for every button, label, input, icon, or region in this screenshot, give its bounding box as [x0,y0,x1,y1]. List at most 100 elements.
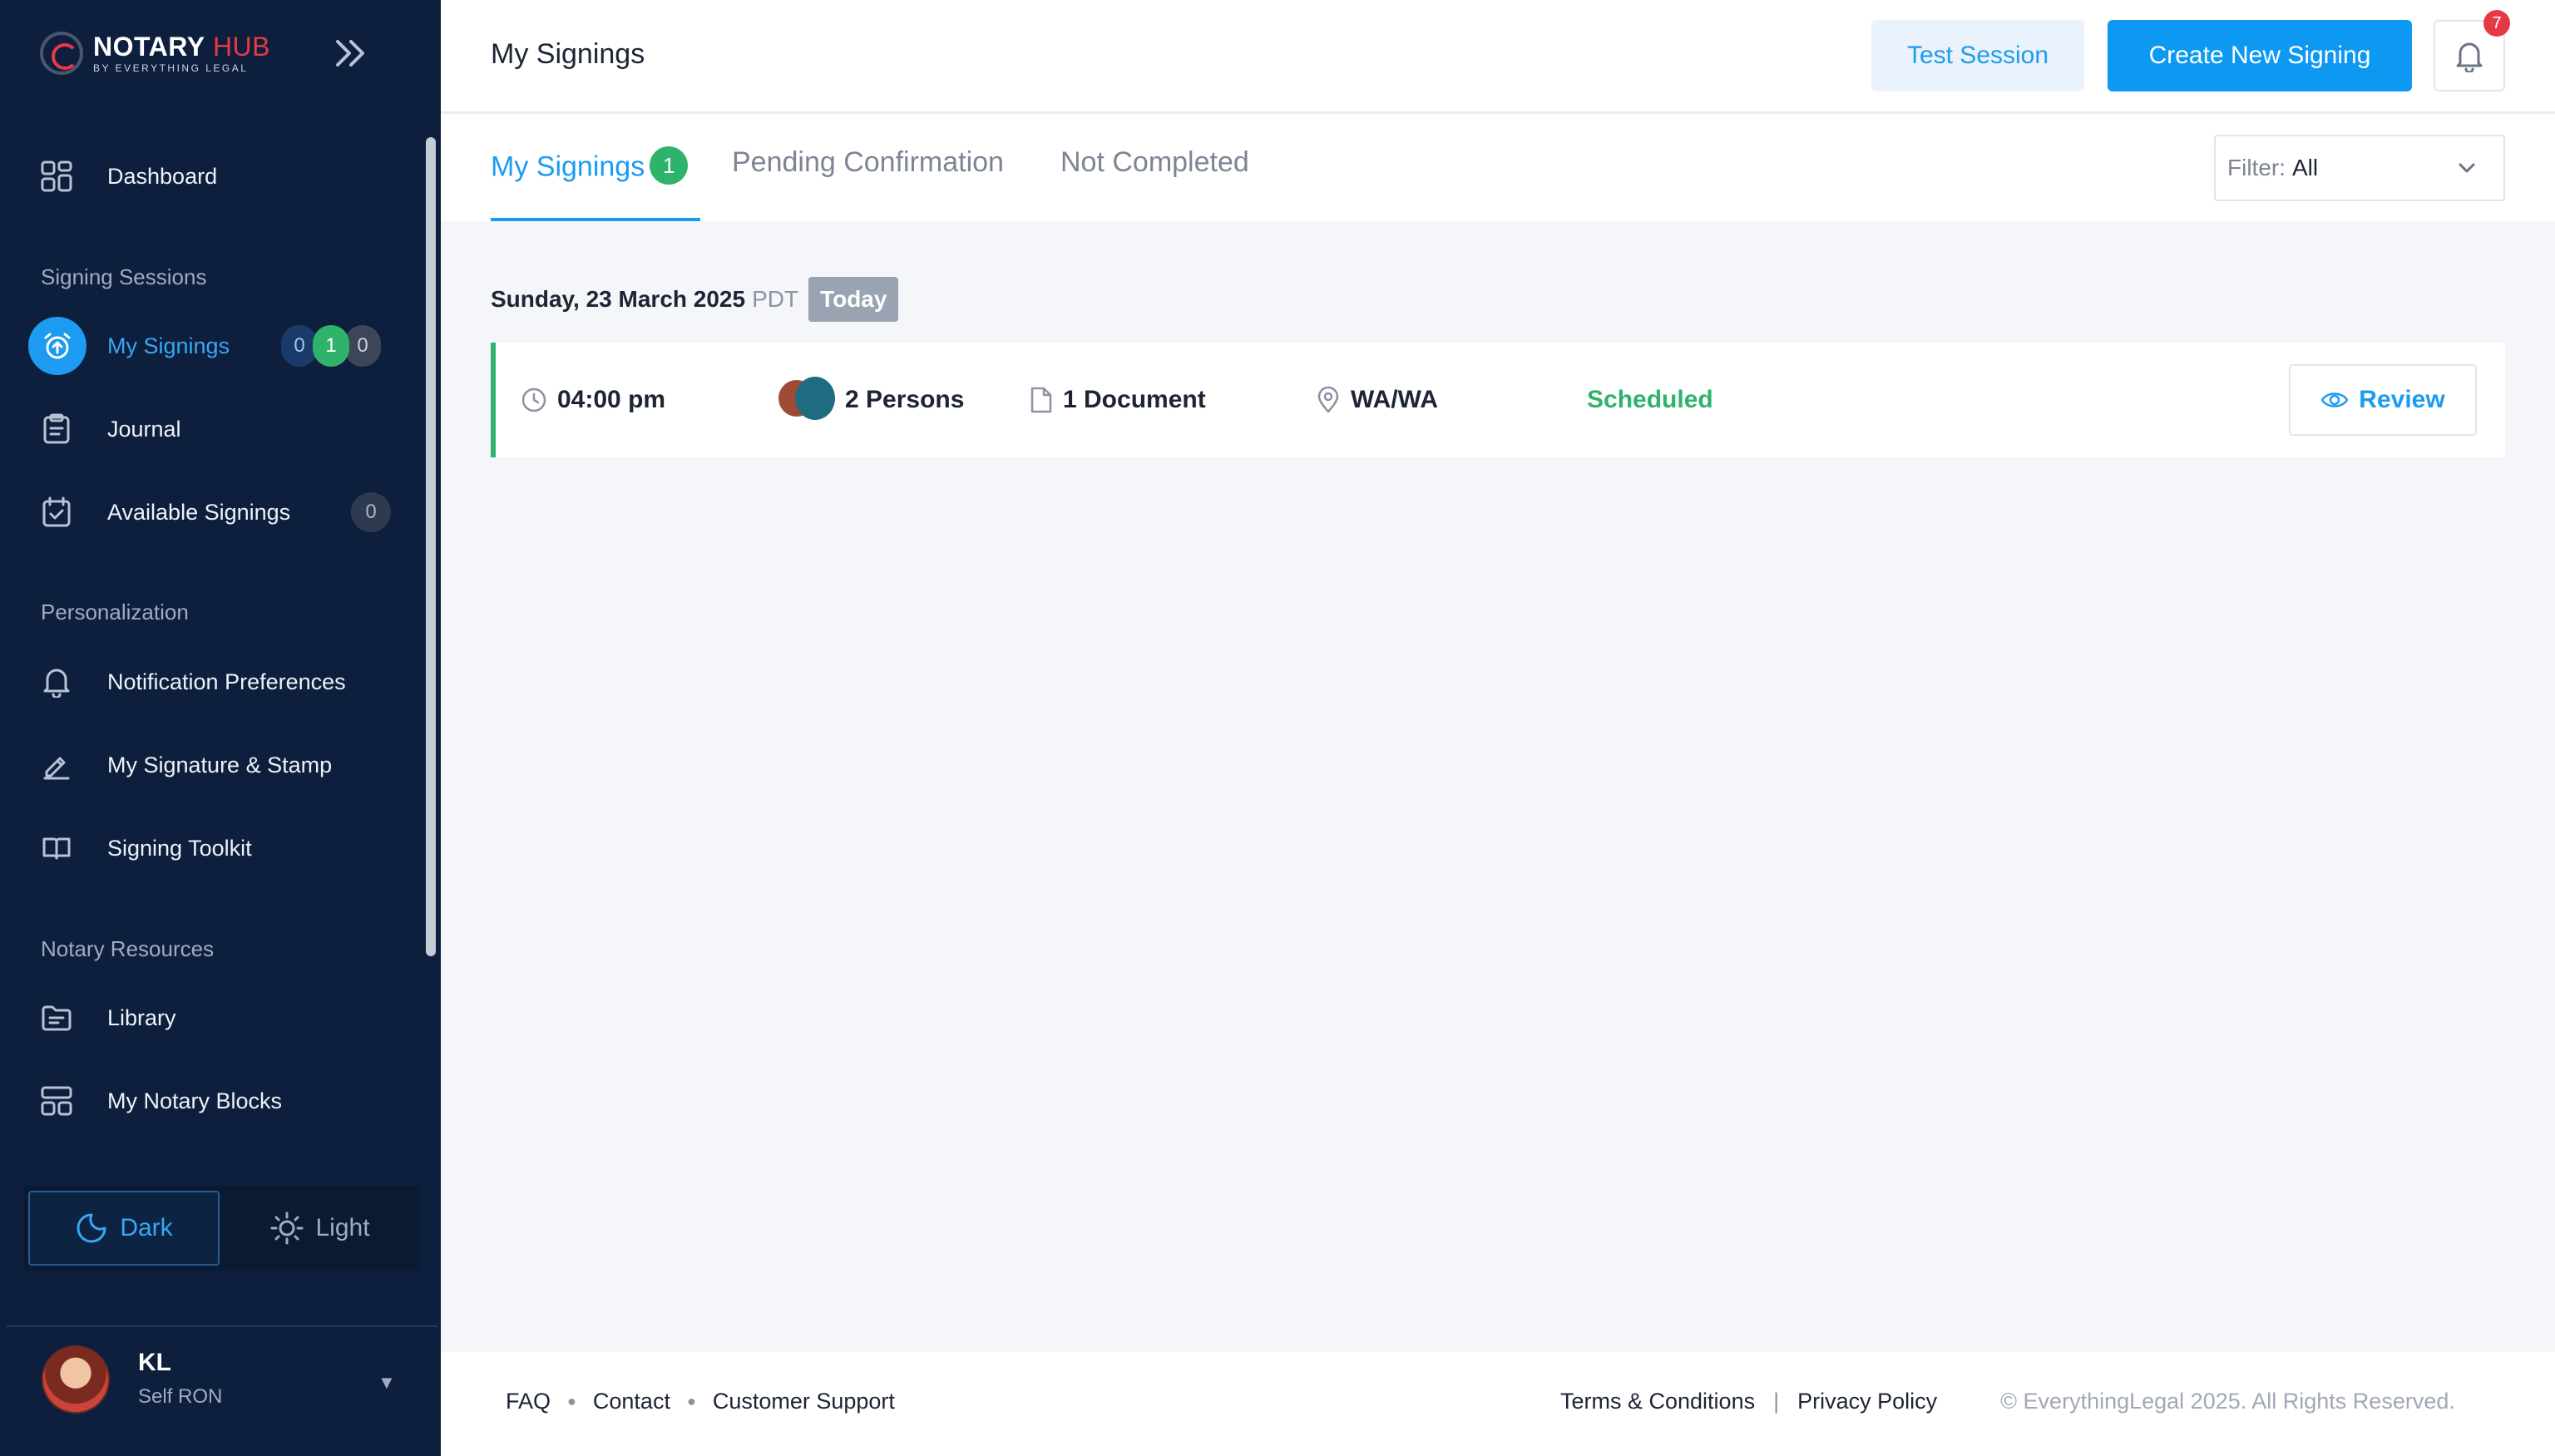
notifications-button[interactable]: 7 [2434,10,2510,91]
footer-link-faq[interactable]: FAQ [506,1389,551,1414]
moon-icon [77,1213,106,1243]
section-title-notary-resources: Notary Resources [41,936,215,961]
theme-toggle: Dark Light [23,1186,419,1271]
footer-copyright: © EverythingLegal 2025. All Rights Reser… [2000,1389,2455,1414]
signings-tabs: My Signings 1 Pending Confirmation Not Co… [441,115,2555,221]
sidebar-item-label: My Signings [107,333,230,358]
pen-signature-icon [40,748,73,782]
sidebar: NOTARY HUB BY EVERYTHING LEGAL Dashboard… [0,0,441,1456]
create-new-signing-button[interactable]: Create New Signing [2108,20,2412,91]
count-badge-today: 1 [313,325,349,367]
group-date: Sunday, 23 March 2025 [491,286,746,312]
document-icon [1030,387,1052,413]
user-profile-menu[interactable]: KL Self RON ▼ [42,1342,408,1417]
sidebar-item-available-signings[interactable]: Available Signings 0 [0,479,424,545]
tab-count-badge: 1 [650,146,689,185]
sidebar-item-notification-preferences[interactable]: Notification Preferences [0,649,424,715]
alarm-clock-icon [28,317,86,375]
clipboard-icon [40,412,73,446]
open-book-icon [40,832,73,865]
filter-select[interactable]: Filter: All [2214,135,2505,201]
expand-sidebar-icon[interactable] [333,37,369,70]
sidebar-item-signature-stamp[interactable]: My Signature & Stamp [0,732,424,798]
sidebar-item-signing-toolkit[interactable]: Signing Toolkit [0,815,424,881]
sidebar-item-notary-blocks[interactable]: My Notary Blocks [0,1068,424,1134]
footer-link-terms[interactable]: Terms & Conditions [1560,1389,1755,1414]
persons-avatars [778,377,835,423]
blocks-icon [40,1084,73,1118]
sidebar-item-dashboard[interactable]: Dashboard [0,143,424,210]
sun-icon [270,1212,304,1245]
review-button[interactable]: Review [2289,364,2477,436]
sidebar-item-label: Library [107,1004,176,1030]
footer-dot: ● [686,1393,696,1409]
sidebar-item-journal[interactable]: Journal [0,396,424,462]
page-title: My Signings [491,38,645,70]
sidebar-item-label: My Notary Blocks [107,1088,283,1113]
footer-link-support[interactable]: Customer Support [713,1389,895,1414]
bell-icon [40,665,73,698]
footer-links-left: FAQ ● Contact ● Customer Support [506,1389,895,1414]
sidebar-item-library[interactable]: Library [0,985,424,1051]
folder-icon [40,1001,73,1034]
caret-down-icon: ▼ [378,1372,396,1393]
user-role: Self RON [138,1385,223,1408]
review-label: Review [2359,386,2445,413]
brand-subtitle: BY EVERYTHING LEGAL [93,62,249,74]
tab-my-signings[interactable]: My Signings 1 [491,146,700,221]
today-chip: Today [808,277,899,322]
status-badge: Scheduled [1587,386,1713,413]
signing-time: 04:00 pm [521,343,665,457]
brand-logo[interactable]: NOTARY HUB BY EVERYTHING LEGAL [40,28,270,78]
date-group-header: Sunday, 23 March 2025 PDT Today [491,276,899,323]
user-initials: KL [138,1349,171,1376]
sidebar-item-label: Available Signings [107,499,291,525]
filter-label: Filter: [2227,155,2286,180]
test-session-button[interactable]: Test Session [1871,20,2084,91]
tab-not-completed[interactable]: Not Completed [1060,146,1249,221]
sidebar-item-label: Journal [107,416,181,442]
section-title-signing-sessions: Signing Sessions [41,264,207,289]
signing-persons: 2 Persons [778,343,964,457]
calendar-check-icon [40,496,73,529]
footer-link-contact[interactable]: Contact [593,1389,670,1414]
signing-location: WA/WA [1316,343,1438,457]
person-icon [795,377,835,420]
filter-value: All [2292,155,2319,180]
clock-icon [521,387,546,412]
section-title-personalization: Personalization [41,600,189,624]
tab-label: My Signings [491,151,645,183]
tab-label: Not Completed [1060,146,1249,178]
sidebar-item-label: Signing Toolkit [107,835,252,861]
tab-pending-confirmation[interactable]: Pending Confirmation [732,146,1004,221]
count-badge-other: 0 [344,325,381,367]
theme-light-button[interactable]: Light [225,1191,416,1266]
eye-icon [2321,392,2349,407]
sidebar-scrollbar[interactable] [426,137,436,956]
location-pin-icon [1317,386,1339,413]
brand-name: NOTARY HUB [93,32,270,62]
theme-dark-button[interactable]: Dark [28,1191,220,1266]
theme-dark-label: Dark [120,1214,173,1241]
sidebar-item-label: Dashboard [107,163,218,189]
available-count-badge: 0 [351,492,391,532]
footer-dot: ● [567,1393,576,1409]
sidebar-item-label: My Signature & Stamp [107,752,333,777]
notary-hub-logo-icon [40,32,83,75]
signing-documents: 1 Document [1030,343,1206,457]
dashboard-icon [40,160,73,193]
theme-light-label: Light [315,1214,370,1241]
tab-label: Pending Confirmation [732,146,1004,178]
sidebar-divider [7,1325,437,1327]
group-timezone: PDT [752,286,799,312]
footer-link-privacy[interactable]: Privacy Policy [1797,1389,1937,1414]
footer: FAQ ● Contact ● Customer Support Terms &… [441,1352,2555,1456]
signing-row[interactable]: 04:00 pm 2 Persons 1 Document WA/WA Sche… [491,343,2505,457]
top-header: My Signings Test Session Create New Sign… [441,0,2555,113]
sidebar-item-my-signings[interactable]: My Signings 0 1 0 [0,313,424,379]
avatar [42,1345,110,1414]
chevron-down-icon [2459,163,2475,173]
my-signings-counts: 0 1 0 [281,325,381,367]
footer-separator: | [1773,1389,1780,1414]
bell-icon [2456,42,2483,72]
